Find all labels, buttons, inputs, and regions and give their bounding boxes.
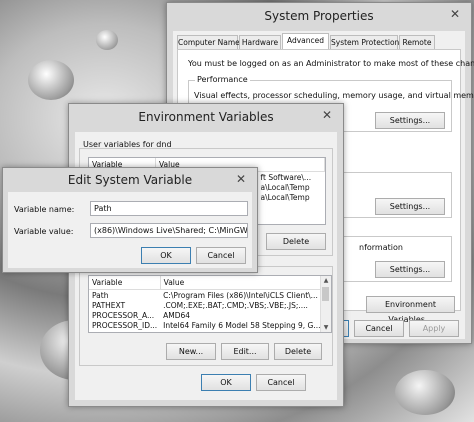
system-new-button[interactable]: New...: [166, 343, 216, 360]
startup-recovery-partial-label: nformation: [359, 243, 403, 252]
table-row[interactable]: PROCESSOR_ID... Intel64 Family 6 Model 5…: [89, 320, 324, 330]
table-row[interactable]: PROCESSOR_A... AMD64: [89, 310, 324, 320]
variable-value: C:\Program Files (x86)\Intel\iCLS Client…: [163, 290, 318, 300]
variable-value: .COM;.EXE;.BAT;.CMD;.VBS;.VBE;.JS;....: [163, 300, 308, 310]
variable-name: PATHEXT: [92, 300, 126, 310]
column-header-value[interactable]: Value: [160, 276, 325, 290]
table-row[interactable]: Path C:\Program Files (x86)\Intel\iCLS C…: [89, 290, 324, 301]
admin-note: You must be logged on as an Administrato…: [188, 59, 474, 68]
tab-computer-name[interactable]: Computer Name: [177, 35, 240, 49]
tab-hardware[interactable]: Hardware: [239, 35, 281, 49]
table-row[interactable]: PATHEXT .COM;.EXE;.BAT;.CMD;.VBS;.VBE;.J…: [89, 300, 324, 310]
system-delete-button[interactable]: Delete: [274, 343, 322, 360]
variable-name-label: Variable name:: [14, 205, 75, 214]
wallpaper-droplet: [96, 30, 118, 50]
wallpaper-droplet: [395, 370, 455, 415]
environment-cancel-button[interactable]: Cancel: [256, 374, 306, 391]
variable-name: Path: [92, 290, 109, 300]
edit-ok-button[interactable]: OK: [141, 247, 191, 264]
variable-name: PROCESSOR_A...: [92, 310, 155, 320]
performance-group-label: Performance: [195, 75, 250, 84]
variable-name-field[interactable]: Path: [90, 201, 248, 216]
startup-recovery-settings-button[interactable]: Settings...: [375, 261, 445, 278]
tab-advanced[interactable]: Advanced: [282, 33, 329, 49]
system-variables-list[interactable]: Variable Value Path C:\Program Files (x8…: [88, 275, 332, 333]
column-header-variable[interactable]: Variable: [89, 276, 161, 290]
system-properties-cancel-button[interactable]: Cancel: [354, 320, 404, 337]
close-icon[interactable]: ✕: [315, 106, 339, 124]
edit-system-variable-window: Edit System Variable ✕ Variable name: Pa…: [2, 167, 258, 273]
tab-system-protection[interactable]: System Protection: [330, 35, 399, 49]
variable-value: Intel64 Family 6 Model 58 Stepping 9, G.…: [163, 320, 321, 330]
close-icon[interactable]: ✕: [443, 5, 467, 23]
user-profiles-settings-button[interactable]: Settings...: [375, 198, 445, 215]
performance-settings-button[interactable]: Settings...: [375, 112, 445, 129]
edit-system-variable-title: Edit System Variable: [67, 173, 193, 187]
scrollbar-thumb[interactable]: [322, 287, 329, 301]
chevron-up-icon[interactable]: ▲: [321, 276, 331, 285]
system-properties-apply-button[interactable]: Apply: [409, 320, 459, 337]
performance-description: Visual effects, processor scheduling, me…: [194, 91, 474, 100]
chevron-down-icon[interactable]: ▼: [321, 323, 331, 332]
variable-value: AMD64: [163, 310, 191, 320]
environment-variables-button[interactable]: Environment Variables...: [366, 296, 455, 324]
variable-value-field[interactable]: (x86)\Windows Live\Shared; C:\MinGW\bin: [90, 223, 248, 238]
variable-value-label: Variable value:: [14, 227, 74, 236]
wallpaper-droplet: [28, 60, 74, 100]
edit-system-variable-client: Variable name: Path Variable value: (x86…: [8, 192, 252, 268]
system-properties-title: System Properties: [264, 9, 374, 23]
close-icon[interactable]: ✕: [229, 170, 253, 188]
environment-variables-title: Environment Variables: [138, 110, 274, 124]
variable-name: PROCESSOR_ID...: [92, 320, 158, 330]
environment-ok-button[interactable]: OK: [201, 374, 251, 391]
tab-remote[interactable]: Remote: [399, 35, 435, 49]
system-edit-button[interactable]: Edit...: [221, 343, 269, 360]
user-delete-button[interactable]: Delete: [266, 233, 326, 250]
system-list-scrollbar[interactable]: ▲ ▼: [320, 276, 331, 332]
edit-cancel-button[interactable]: Cancel: [196, 247, 246, 264]
system-variables-group: Variable Value Path C:\Program Files (x8…: [79, 266, 333, 366]
